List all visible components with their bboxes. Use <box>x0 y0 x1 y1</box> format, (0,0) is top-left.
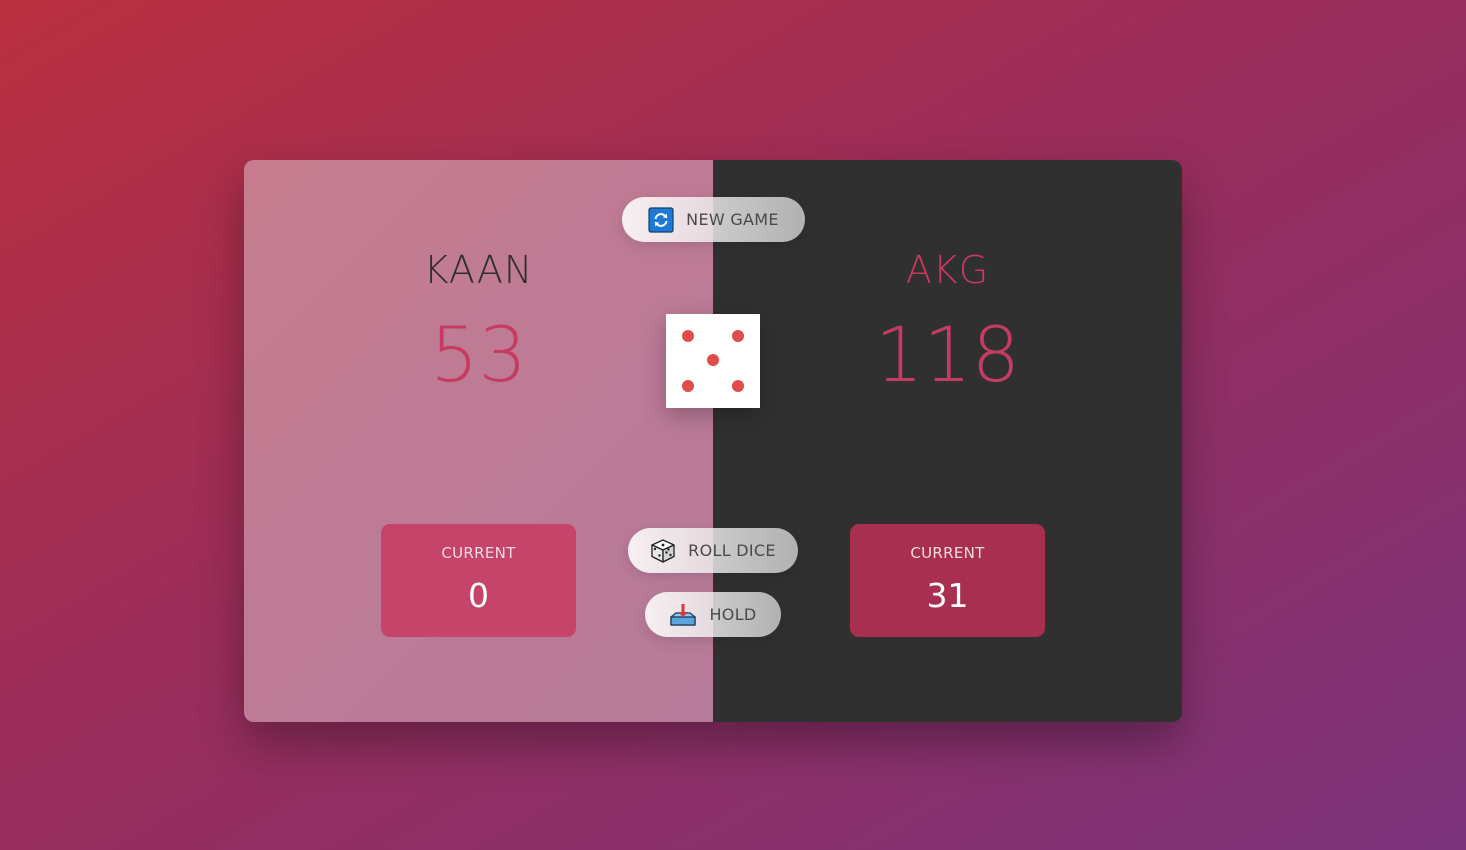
player-2-current-label: CURRENT <box>910 544 985 562</box>
player-1-current-label: CURRENT <box>441 544 516 562</box>
player-2-current-value: 31 <box>926 576 969 615</box>
new-game-button[interactable]: NEW GAME <box>622 197 805 242</box>
player-1-score: 53 <box>430 310 527 399</box>
new-game-label: NEW GAME <box>686 210 779 229</box>
hold-label: HOLD <box>709 605 757 624</box>
dice-pip <box>732 380 744 392</box>
player-2-score: 118 <box>874 310 1021 399</box>
player-2-name: AKG <box>905 248 990 292</box>
player-2-current-box: CURRENT 31 <box>850 524 1045 637</box>
hold-button[interactable]: HOLD <box>645 592 781 637</box>
player-1-current-value: 0 <box>468 576 489 615</box>
dice-pip <box>682 380 694 392</box>
dice-pip <box>732 330 744 342</box>
dice-pip <box>682 330 694 342</box>
dice <box>666 314 760 408</box>
refresh-icon <box>648 206 674 233</box>
player-1-current-box: CURRENT 0 <box>381 524 576 637</box>
player-1-panel: KAAN 53 CURRENT 0 <box>244 160 713 722</box>
dice-icon <box>650 538 676 564</box>
dice-pip <box>707 354 719 366</box>
player-2-panel: AKG 118 CURRENT 31 <box>713 160 1182 722</box>
roll-dice-button[interactable]: ROLL DICE <box>628 528 798 573</box>
inbox-tray-icon <box>669 603 697 627</box>
game-board: KAAN 53 CURRENT 0 AKG 118 CURRENT 31 <box>244 160 1182 722</box>
player-1-name: KAAN <box>423 248 534 292</box>
roll-dice-label: ROLL DICE <box>688 541 776 560</box>
